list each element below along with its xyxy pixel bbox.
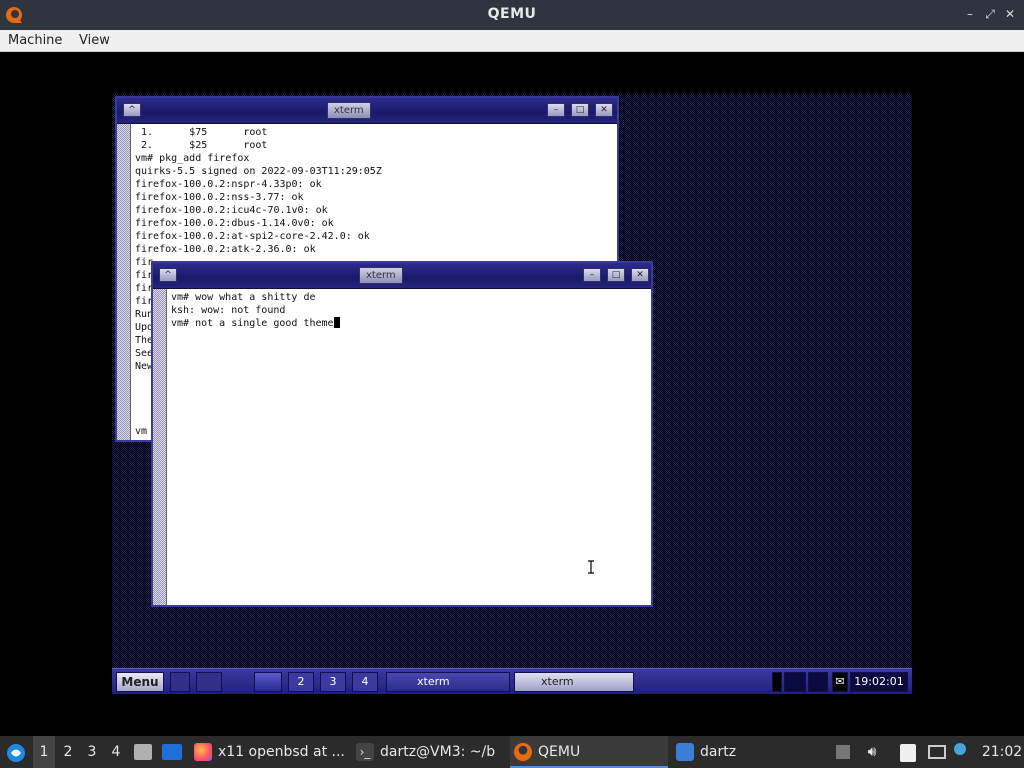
display-icon[interactable] xyxy=(928,736,948,768)
workspace-4[interactable]: 4 xyxy=(105,736,127,768)
volume-icon[interactable]: 🔊︎ xyxy=(862,736,882,768)
terminal-line: firefox-100.0.2:nss-3.77: ok xyxy=(135,192,304,203)
terminal-line: vm# wow what a shitty de xyxy=(171,292,316,303)
scrollbar[interactable] xyxy=(117,124,131,440)
qemu-icon xyxy=(514,743,532,761)
terminal-line: firefox-100.0.2:dbus-1.14.0v0: ok xyxy=(135,218,334,229)
task-xterm-2[interactable]: xterm xyxy=(514,672,634,692)
terminal-line: quirks-5.5 signed on 2022-09-03T11:29:05… xyxy=(135,166,382,177)
minimize-button[interactable]: – xyxy=(962,6,978,22)
close-button[interactable]: ✕ xyxy=(595,103,613,117)
maximize-button[interactable]: □ xyxy=(571,103,589,117)
guest-taskbar: Menu 2 3 4 xterm xterm ✉ 19:02:01 xyxy=(112,668,912,694)
qemu-menubar: Machine View xyxy=(0,30,1024,52)
terminal-line: firefox-100.0.2:at-spi2-core-2.42.0: ok xyxy=(135,231,370,242)
menu-machine[interactable]: Machine xyxy=(8,33,62,48)
window-list-icon[interactable] xyxy=(196,672,222,692)
systray xyxy=(772,672,782,692)
ibeam-cursor-icon xyxy=(588,560,594,574)
workspace-3[interactable]: 3 xyxy=(320,672,346,692)
task-label: dartz xyxy=(700,744,737,760)
restore-button[interactable]: ⤢ xyxy=(982,6,998,22)
terminal-line: firefox-100.0.2:icu4c-70.1v0: ok xyxy=(135,205,328,216)
task-firefox[interactable]: x11 openbsd at ... xyxy=(190,736,348,768)
task-xterm-1[interactable]: xterm xyxy=(386,672,510,692)
workspace-1[interactable]: 1 xyxy=(33,736,55,768)
systray xyxy=(784,672,806,692)
host-clock: 21:02 xyxy=(981,744,1023,760)
workspace-2[interactable]: 2 xyxy=(288,672,314,692)
terminal-line: 2. $25 root xyxy=(135,140,268,151)
workspace-4[interactable]: 4 xyxy=(352,672,378,692)
terminal-output-front[interactable]: vm# wow what a shitty de ksh: wow: not fo… xyxy=(169,291,651,605)
terminal-line: firefox-100.0.2:atk-2.36.0: ok xyxy=(135,244,316,255)
terminal-line: firefox-100.0.2:nspr-4.33p0: ok xyxy=(135,179,322,190)
file-manager-launcher-icon[interactable] xyxy=(134,736,154,768)
terminal-current-line: vm# not a single good theme xyxy=(171,318,334,329)
guest-display[interactable]: ^ xterm – □ ✕ 1. $75 root 2. $25 root vm#… xyxy=(112,94,912,694)
qemu-titlebar: QEMU – ⤢ ✕ xyxy=(0,0,1024,30)
host-taskbar: 1 2 3 4 x11 openbsd at ... ›_ dartz@VM3:… xyxy=(0,736,1024,768)
text-cursor xyxy=(333,317,340,328)
app-menu-icon[interactable] xyxy=(6,743,26,763)
xterm-back-titlebar[interactable]: ^ xterm – □ ✕ xyxy=(117,98,617,124)
task-terminal[interactable]: ›_ dartz@VM3: ~/b xyxy=(352,736,502,768)
workspace-1[interactable] xyxy=(254,672,282,692)
task-label: QEMU xyxy=(538,744,581,760)
xterm-window-front[interactable]: ^ xterm – □ ✕ vm# wow what a shitty de ks… xyxy=(151,261,653,607)
task-folder[interactable]: dartz xyxy=(672,736,792,768)
task-label: xterm xyxy=(417,675,450,688)
window-title: QEMU xyxy=(487,6,537,22)
window-menu-button[interactable]: ^ xyxy=(159,268,177,282)
scroll-up-icon[interactable] xyxy=(836,736,852,768)
workspace-3[interactable]: 3 xyxy=(81,736,103,768)
close-button[interactable]: ✕ xyxy=(631,268,649,282)
menu-view[interactable]: View xyxy=(79,33,110,48)
network-icon[interactable] xyxy=(954,736,968,768)
terminal-icon: ›_ xyxy=(356,743,374,761)
task-label: xterm xyxy=(541,675,574,688)
iconify-button[interactable]: – xyxy=(583,268,601,282)
scrollbar[interactable] xyxy=(153,289,167,605)
xterm-back-title: xterm xyxy=(327,102,371,119)
terminal-line: vm# pkg_add firefox xyxy=(135,153,250,164)
xterm-front-title: xterm xyxy=(359,267,403,284)
close-button[interactable]: ✕ xyxy=(1002,6,1018,22)
systray xyxy=(808,672,828,692)
xterm-front-titlebar[interactable]: ^ xterm – □ ✕ xyxy=(153,263,651,289)
task-label: dartz@VM3: ~/b xyxy=(380,744,496,760)
iconify-button[interactable]: – xyxy=(547,103,565,117)
guest-clock: 19:02:01 xyxy=(850,672,908,692)
workspace-2[interactable]: 2 xyxy=(57,736,79,768)
terminal-line: ksh: wow: not found xyxy=(171,305,286,316)
terminal-input-line[interactable]: vm# not a single good theme xyxy=(171,317,651,330)
terminal-line: 1. $75 root xyxy=(135,127,268,138)
task-label: x11 openbsd at ... xyxy=(218,744,345,760)
folder-icon xyxy=(676,743,694,761)
firefox-icon xyxy=(194,743,212,761)
desktop-launcher-icon[interactable] xyxy=(162,736,182,768)
show-desktop-icon[interactable] xyxy=(170,672,190,692)
menu-button[interactable]: Menu xyxy=(116,672,164,692)
mail-icon[interactable]: ✉ xyxy=(832,672,848,692)
task-qemu[interactable]: QEMU xyxy=(510,736,668,768)
clipboard-icon[interactable] xyxy=(900,736,918,768)
maximize-button[interactable]: □ xyxy=(607,268,625,282)
window-menu-button[interactable]: ^ xyxy=(123,103,141,117)
